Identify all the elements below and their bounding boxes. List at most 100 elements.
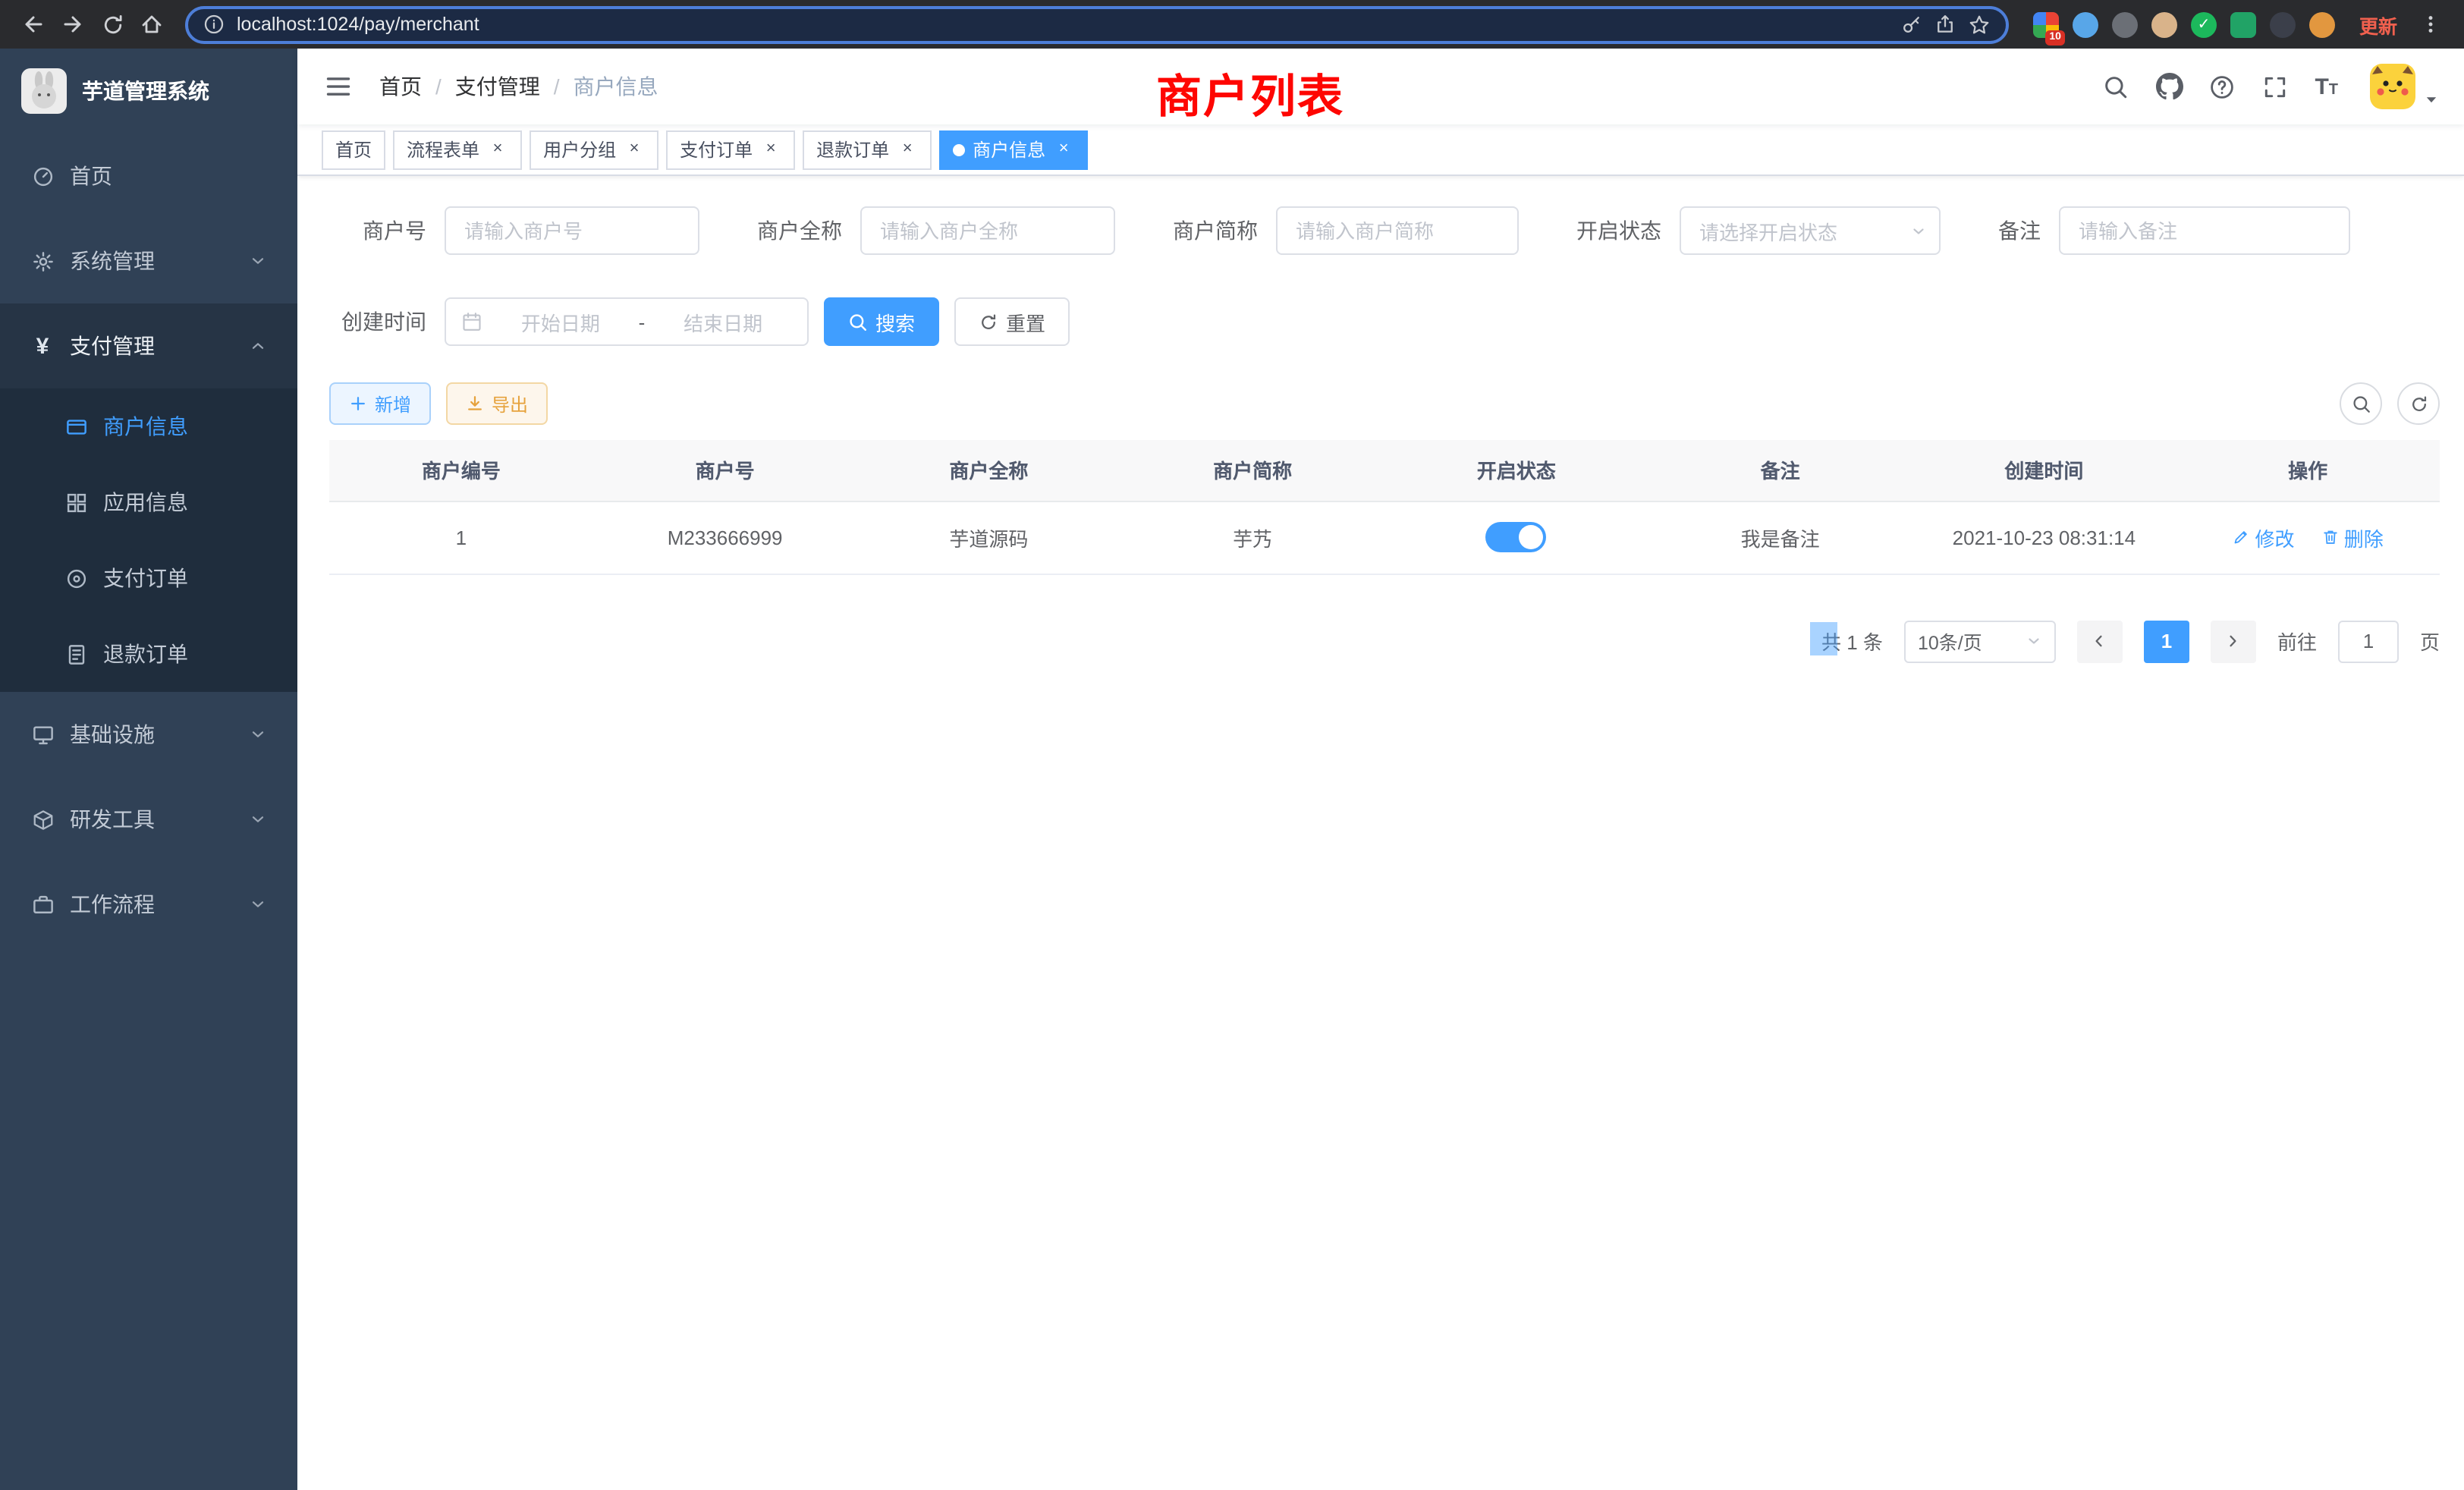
status-toggle[interactable] bbox=[1486, 522, 1547, 552]
breadcrumb-home[interactable]: 首页 bbox=[379, 71, 422, 102]
merchant-no-input[interactable] bbox=[445, 206, 699, 255]
extension-check-icon[interactable] bbox=[2191, 11, 2217, 37]
share-icon[interactable] bbox=[1934, 14, 1956, 35]
extension-gray-icon[interactable] bbox=[2112, 11, 2138, 37]
sidebar-item-home[interactable]: 首页 bbox=[0, 134, 297, 218]
tab-refund-order[interactable]: 退款订单 × bbox=[803, 130, 932, 169]
sidebar-item-infrastructure[interactable]: 基础设施 bbox=[0, 692, 297, 777]
sidebar-item-label: 退款订单 bbox=[103, 639, 188, 669]
sidebar-item-workflow[interactable]: 工作流程 bbox=[0, 862, 297, 947]
breadcrumb-payment[interactable]: 支付管理 bbox=[455, 71, 540, 102]
avatar[interactable] bbox=[2370, 64, 2415, 109]
fullscreen-icon[interactable] bbox=[2261, 73, 2289, 100]
hamburger-icon[interactable] bbox=[322, 70, 355, 103]
site-info-icon[interactable] bbox=[203, 14, 225, 35]
home-icon[interactable] bbox=[134, 6, 170, 42]
search-form-row-1: 商户号 商户全称 商户简称 开启状态 请选择开启状态 bbox=[329, 206, 2440, 255]
field-merchant-no: 商户号 bbox=[329, 206, 699, 255]
toggle-search-button[interactable] bbox=[2340, 382, 2382, 425]
tab-payment-order[interactable]: 支付订单 × bbox=[666, 130, 795, 169]
cube-icon bbox=[30, 808, 55, 831]
sidebar-item-refund-order[interactable]: 退款订单 bbox=[0, 616, 297, 692]
goto-page-input[interactable] bbox=[2338, 620, 2399, 662]
sidebar-item-merchant-info[interactable]: 商户信息 bbox=[0, 388, 297, 464]
end-date-placeholder: 结束日期 bbox=[654, 307, 792, 336]
url-text: localhost:1024/pay/merchant bbox=[237, 14, 479, 35]
extension-dark-icon[interactable] bbox=[2270, 11, 2296, 37]
tab-process-form[interactable]: 流程表单 × bbox=[393, 130, 522, 169]
cell-create-time: 2021-10-23 08:31:14 bbox=[1912, 501, 2176, 574]
sidebar-item-label: 首页 bbox=[70, 161, 112, 191]
remark-input[interactable] bbox=[2059, 206, 2350, 255]
start-date-placeholder: 开始日期 bbox=[492, 307, 630, 336]
sidebar-item-devtools[interactable]: 研发工具 bbox=[0, 777, 297, 862]
status-select[interactable]: 请选择开启状态 bbox=[1680, 206, 1941, 255]
bookmark-star-icon[interactable] bbox=[1968, 13, 1991, 36]
chevron-down-icon bbox=[1910, 222, 1927, 239]
extension-grid-icon[interactable]: 10 bbox=[2033, 11, 2059, 37]
tab-home[interactable]: 首页 bbox=[322, 130, 385, 169]
add-button[interactable]: 新增 bbox=[329, 382, 431, 425]
export-button[interactable]: 导出 bbox=[446, 382, 548, 425]
browser-menu-icon[interactable] bbox=[2412, 6, 2449, 42]
close-icon[interactable]: × bbox=[487, 139, 508, 160]
tab-label: 退款订单 bbox=[816, 137, 889, 162]
sidebar-item-system[interactable]: 系统管理 bbox=[0, 218, 297, 303]
content-area: 商户号 商户全称 商户简称 开启状态 请选择开启状态 bbox=[297, 176, 2464, 662]
user-menu[interactable] bbox=[2370, 64, 2440, 109]
reset-button[interactable]: 重置 bbox=[954, 297, 1070, 346]
search-icon[interactable] bbox=[2102, 73, 2129, 100]
tab-user-group[interactable]: 用户分组 × bbox=[530, 130, 658, 169]
monitor-icon bbox=[30, 723, 55, 746]
pagination: 共 1 条 10条/页 1 前往 页 bbox=[329, 620, 2440, 662]
page-size-select[interactable]: 10条/页 bbox=[1904, 620, 2056, 662]
refresh-table-button[interactable] bbox=[2397, 382, 2440, 425]
sidebar-item-payment-order[interactable]: 支付订单 bbox=[0, 540, 297, 616]
app-logo[interactable]: 芋道管理系统 bbox=[0, 49, 297, 134]
delete-button[interactable]: 删除 bbox=[2321, 523, 2384, 552]
short-name-input[interactable] bbox=[1276, 206, 1519, 255]
field-label: 商户号 bbox=[329, 215, 426, 246]
sidebar-item-app-info[interactable]: 应用信息 bbox=[0, 464, 297, 540]
github-icon[interactable] bbox=[2155, 73, 2183, 100]
close-icon[interactable]: × bbox=[897, 139, 918, 160]
goto-label: 前往 bbox=[2277, 627, 2317, 655]
back-icon[interactable] bbox=[15, 6, 52, 42]
screen: localhost:1024/pay/merchant 10 更 bbox=[0, 0, 2464, 1490]
extension-blue-icon[interactable] bbox=[2073, 11, 2098, 37]
extension-green-square-icon[interactable] bbox=[2230, 11, 2256, 37]
yen-icon: ¥ bbox=[30, 335, 55, 357]
extension-avatar-icon[interactable] bbox=[2151, 11, 2177, 37]
password-key-icon[interactable] bbox=[1901, 14, 1922, 35]
help-icon[interactable] bbox=[2208, 73, 2236, 100]
search-button[interactable]: 搜索 bbox=[824, 297, 939, 346]
extension-orange-icon[interactable] bbox=[2309, 11, 2335, 37]
field-short-name: 商户简称 bbox=[1173, 206, 1519, 255]
page-annotation: 商户列表 bbox=[1156, 59, 1344, 126]
sidebar: 芋道管理系统 首页 系统管理 ¥ 支付管理 bbox=[0, 49, 297, 1490]
edit-button[interactable]: 修改 bbox=[2232, 523, 2294, 552]
next-page-button[interactable] bbox=[2211, 620, 2256, 662]
close-icon[interactable]: × bbox=[624, 139, 645, 160]
tab-merchant-info[interactable]: 商户信息 × bbox=[939, 130, 1088, 169]
full-name-input[interactable] bbox=[860, 206, 1115, 255]
close-icon[interactable]: × bbox=[760, 139, 781, 160]
close-icon[interactable]: × bbox=[1053, 139, 1074, 160]
browser-update-button[interactable]: 更新 bbox=[2359, 10, 2397, 39]
date-range-picker[interactable]: 开始日期 - 结束日期 bbox=[445, 297, 809, 346]
prev-page-button[interactable] bbox=[2077, 620, 2123, 662]
field-status: 开启状态 请选择开启状态 bbox=[1576, 206, 1941, 255]
briefcase-icon bbox=[30, 893, 55, 916]
address-bar[interactable]: localhost:1024/pay/merchant bbox=[185, 5, 2009, 43]
grid-icon bbox=[64, 491, 88, 514]
logo-image bbox=[21, 68, 67, 114]
page-number-button[interactable]: 1 bbox=[2144, 620, 2189, 662]
chevron-down-icon bbox=[2026, 633, 2042, 649]
tags-view-bar: 首页 流程表单 × 用户分组 × 支付订单 × 退款订单 × 商户信息 × bbox=[297, 124, 2464, 176]
forward-icon[interactable] bbox=[55, 6, 91, 42]
sidebar-item-payment[interactable]: ¥ 支付管理 bbox=[0, 303, 297, 388]
font-size-icon[interactable]: TT bbox=[2315, 75, 2338, 98]
table-row: 1 M233666999 芋道源码 芋艿 我是备注 2021-10-23 08:… bbox=[329, 501, 2440, 574]
reload-icon[interactable] bbox=[94, 6, 130, 42]
field-full-name: 商户全称 bbox=[757, 206, 1115, 255]
